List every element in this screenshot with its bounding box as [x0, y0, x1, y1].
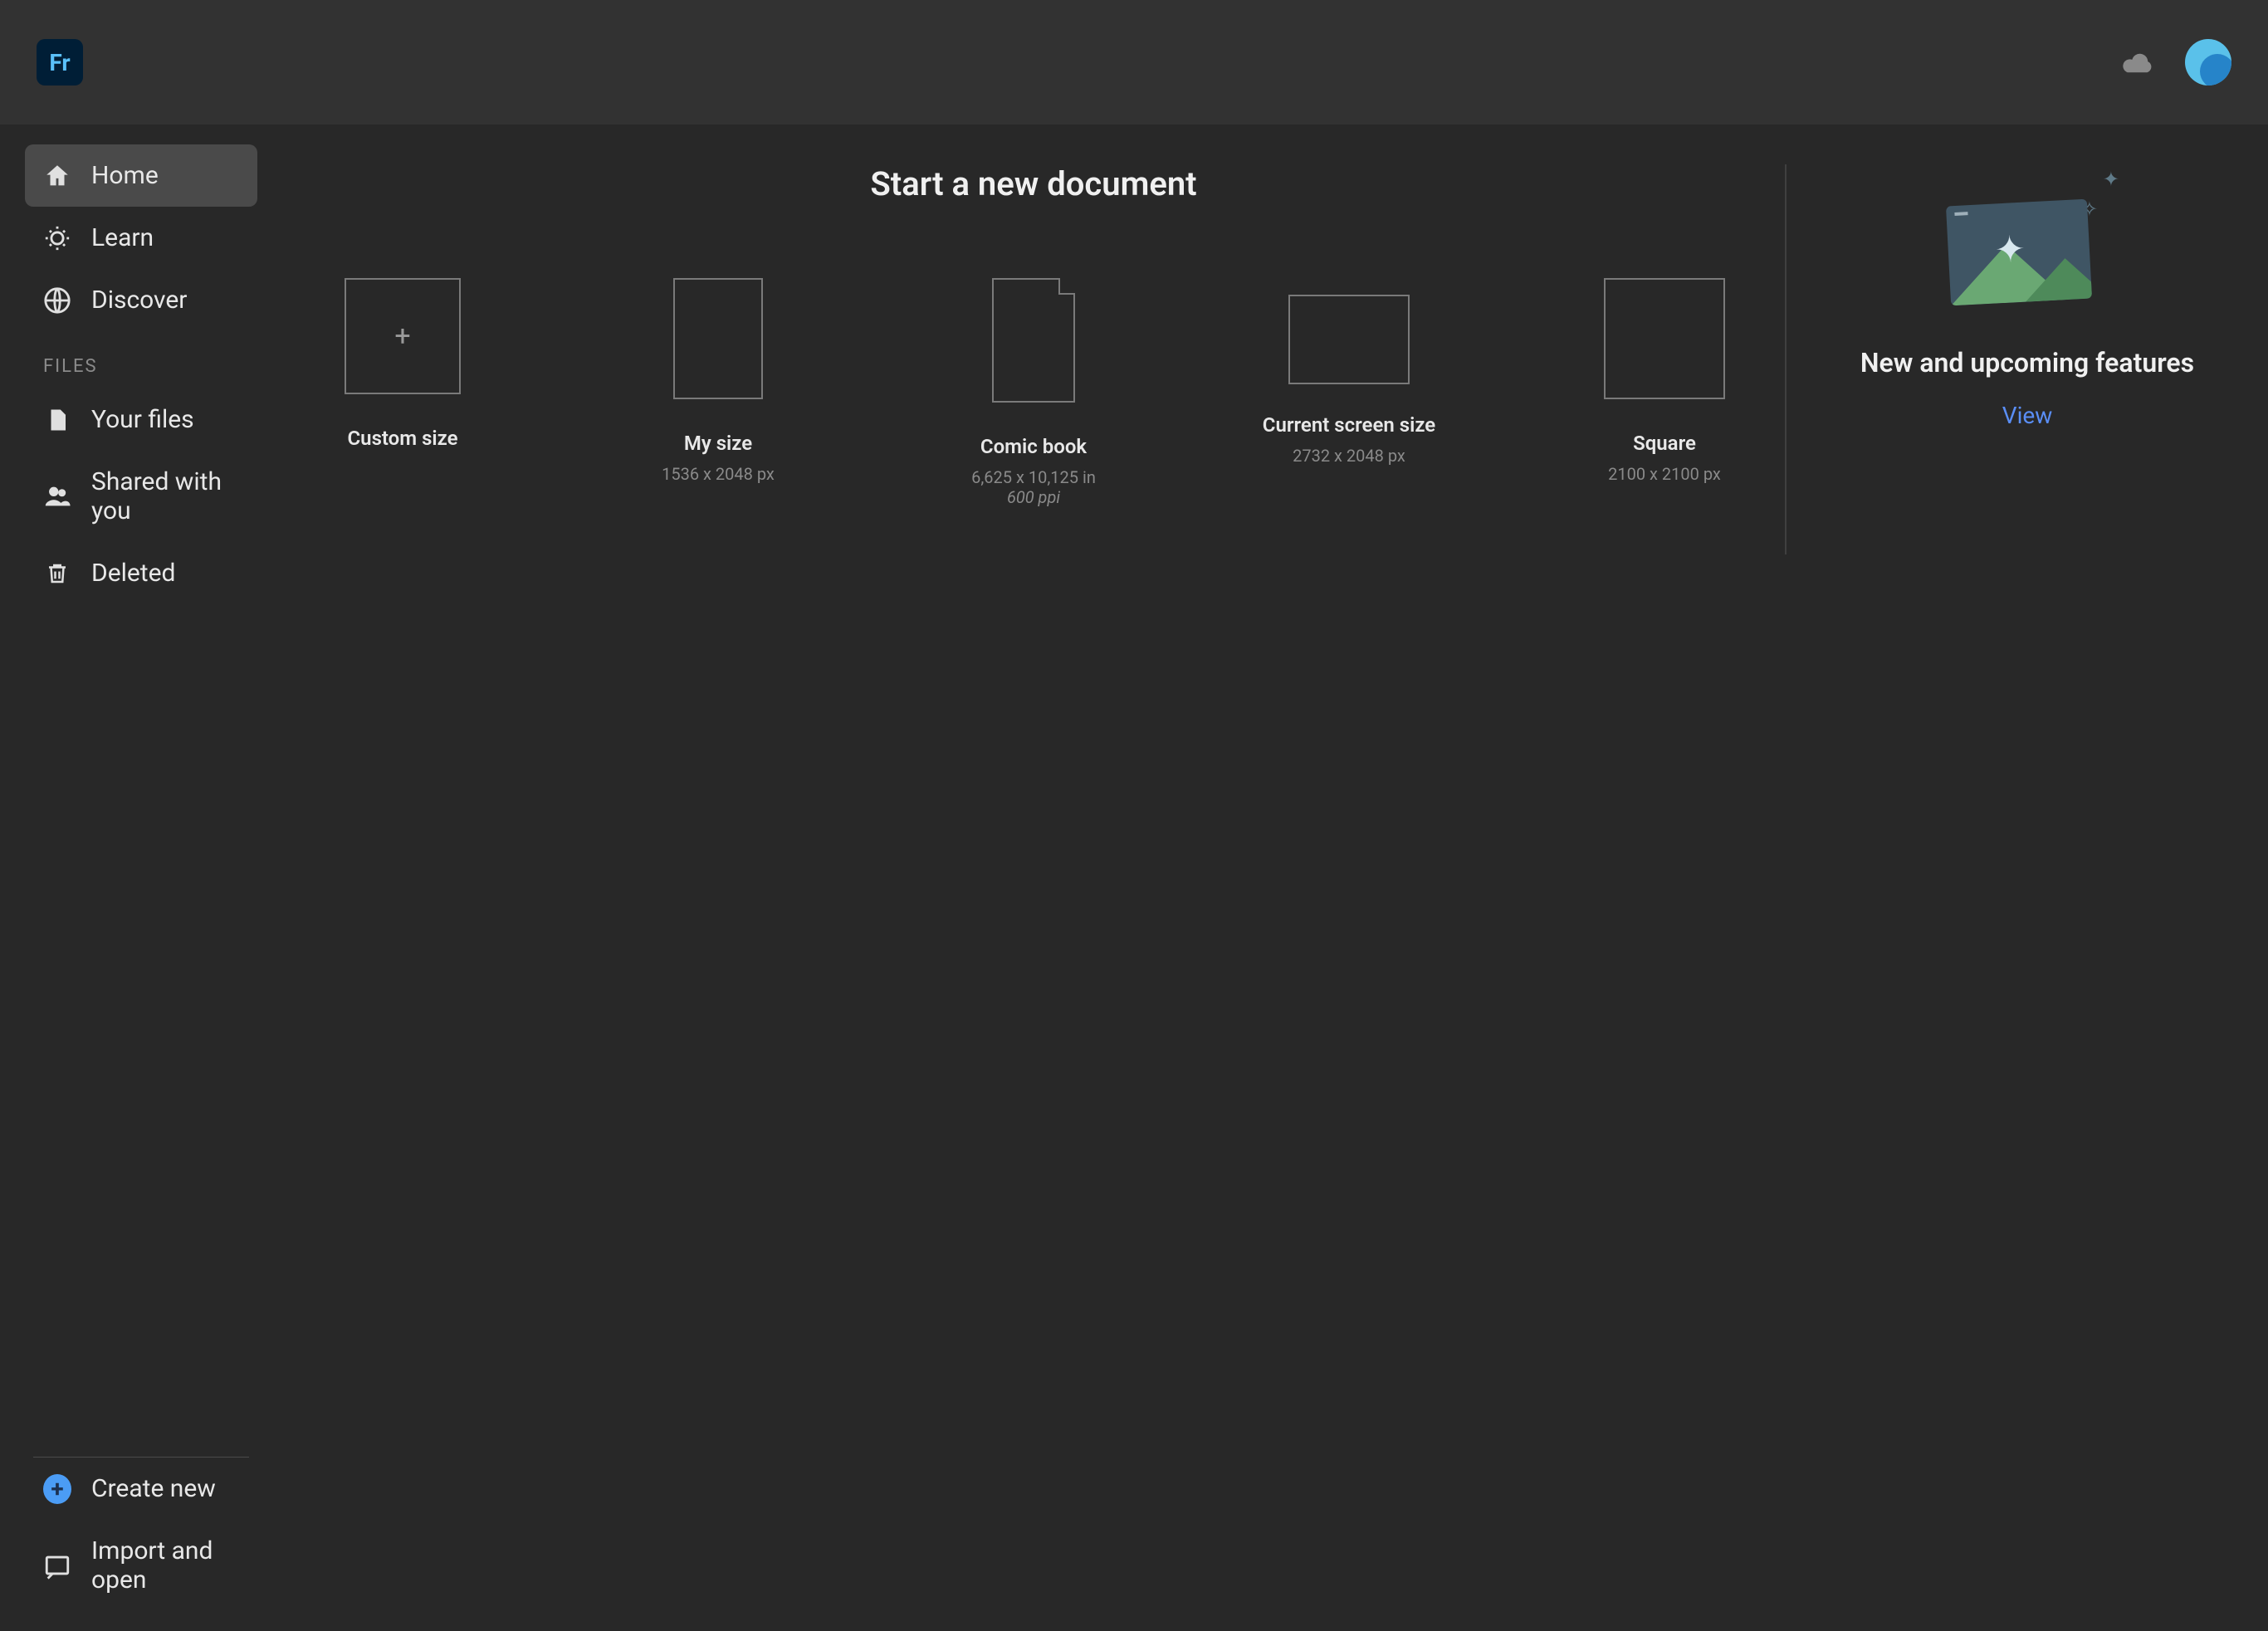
sidebar: Home Learn Discover FILES Your files	[0, 125, 282, 1631]
preset-name: Current screen size	[1263, 413, 1435, 437]
preset-custom-size[interactable]: + Custom size	[315, 278, 490, 507]
preset-square[interactable]: Square 2100 x 2100 px	[1577, 278, 1752, 507]
import-open-label: Import and open	[91, 1536, 239, 1594]
content-pane: Start a new document + Custom size My si…	[282, 125, 2268, 1631]
preset-dimensions: 2732 x 2048 px	[1293, 446, 1405, 466]
whats-new-panel: ✦ ✧ ✦ New and upcoming features View	[1820, 164, 2235, 1591]
main-area: Home Learn Discover FILES Your files	[0, 125, 2268, 1631]
sidebar-item-home[interactable]: Home	[25, 144, 257, 207]
app-header: Fr	[0, 0, 2268, 125]
sidebar-item-your-files[interactable]: Your files	[25, 388, 257, 451]
app-logo[interactable]: Fr	[37, 39, 83, 85]
trash-icon	[43, 559, 71, 588]
sidebar-item-label: Home	[91, 161, 159, 190]
preset-row: + Custom size My size 1536 x 2048 px Com…	[315, 278, 1752, 507]
globe-icon	[43, 286, 71, 315]
create-new-button[interactable]: + Create new	[25, 1458, 257, 1520]
sidebar-item-label: Shared with you	[91, 467, 239, 525]
import-open-button[interactable]: Import and open	[25, 1520, 257, 1611]
plus-circle-icon: +	[43, 1475, 71, 1503]
preset-my-size[interactable]: My size 1536 x 2048 px	[631, 278, 805, 507]
whats-new-view-link[interactable]: View	[2002, 402, 2053, 429]
create-new-label: Create new	[91, 1474, 216, 1503]
preset-dimensions: 6,625 x 10,125 in	[971, 467, 1096, 487]
preset-name: Comic book	[980, 434, 1087, 459]
page-title: Start a new document	[315, 164, 1752, 203]
sidebar-item-label: Your files	[91, 405, 194, 434]
preset-current-screen[interactable]: Current screen size 2732 x 2048 px	[1262, 278, 1436, 507]
header-actions	[2120, 39, 2231, 85]
preset-name: My size	[684, 431, 752, 456]
preset-ppi: 600 ppi	[1007, 487, 1060, 507]
sidebar-item-label: Learn	[91, 223, 154, 252]
preset-name: Custom size	[347, 426, 457, 451]
sidebar-item-shared[interactable]: Shared with you	[25, 451, 257, 542]
sidebar-section-files: FILES	[25, 331, 257, 388]
whats-new-illustration: ✦ ✧ ✦	[1940, 173, 2114, 314]
preset-thumb	[992, 278, 1075, 403]
plus-icon: +	[345, 278, 461, 394]
app-logo-text: Fr	[49, 49, 70, 76]
import-icon	[43, 1551, 71, 1580]
sidebar-item-deleted[interactable]: Deleted	[25, 542, 257, 604]
file-icon	[43, 406, 71, 434]
cloud-sync-icon[interactable]	[2120, 50, 2155, 75]
preset-thumb	[1288, 295, 1410, 384]
preset-dimensions: 2100 x 2100 px	[1608, 464, 1721, 484]
preset-thumb	[673, 278, 763, 399]
lightbulb-icon	[43, 224, 71, 252]
preset-thumb	[1604, 278, 1725, 399]
preset-comic-book[interactable]: Comic book 6,625 x 10,125 in 600 ppi	[946, 278, 1121, 507]
people-icon	[43, 482, 71, 510]
sidebar-item-discover[interactable]: Discover	[25, 269, 257, 331]
sidebar-item-label: Deleted	[91, 559, 175, 588]
sidebar-item-learn[interactable]: Learn	[25, 207, 257, 269]
vertical-divider	[1785, 164, 1787, 554]
preset-dimensions: 1536 x 2048 px	[662, 464, 775, 484]
whats-new-title: New and upcoming features	[1860, 347, 2194, 378]
sidebar-item-label: Discover	[91, 286, 187, 315]
preset-name: Square	[1633, 431, 1696, 456]
user-avatar[interactable]	[2185, 39, 2231, 85]
home-icon	[43, 162, 71, 190]
